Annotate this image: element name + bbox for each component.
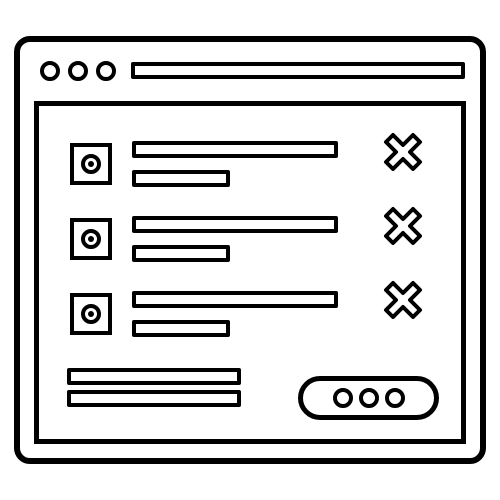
close-icon[interactable] [384,207,422,245]
list-item-subtitle-line [132,170,230,187]
address-bar[interactable] [131,62,465,79]
radio-checkbox-icon [81,304,101,324]
list-item-title-line [132,141,338,158]
footer-text-line [67,390,241,407]
list-item-checkbox[interactable] [70,143,112,185]
list-item-title-line [132,216,338,233]
pill-dot-icon [359,388,379,408]
close-icon[interactable] [384,281,422,319]
list-item-subtitle-line [132,245,230,262]
window-dot-icon [40,61,60,81]
close-icon[interactable] [384,133,422,171]
list-item-subtitle-line [132,320,230,337]
pill-dot-icon [333,388,353,408]
list-item-checkbox[interactable] [70,293,112,335]
footer-text-line [67,368,241,385]
pill-dot-icon [385,388,405,408]
list-item-checkbox[interactable] [70,218,112,260]
radio-checkbox-icon [81,154,101,174]
radio-checkbox-icon [81,229,101,249]
browser-window-illustration [0,0,500,500]
more-options-button[interactable] [298,376,439,420]
window-dot-icon [96,61,116,81]
list-item-title-line [132,291,338,308]
window-dot-icon [68,61,88,81]
